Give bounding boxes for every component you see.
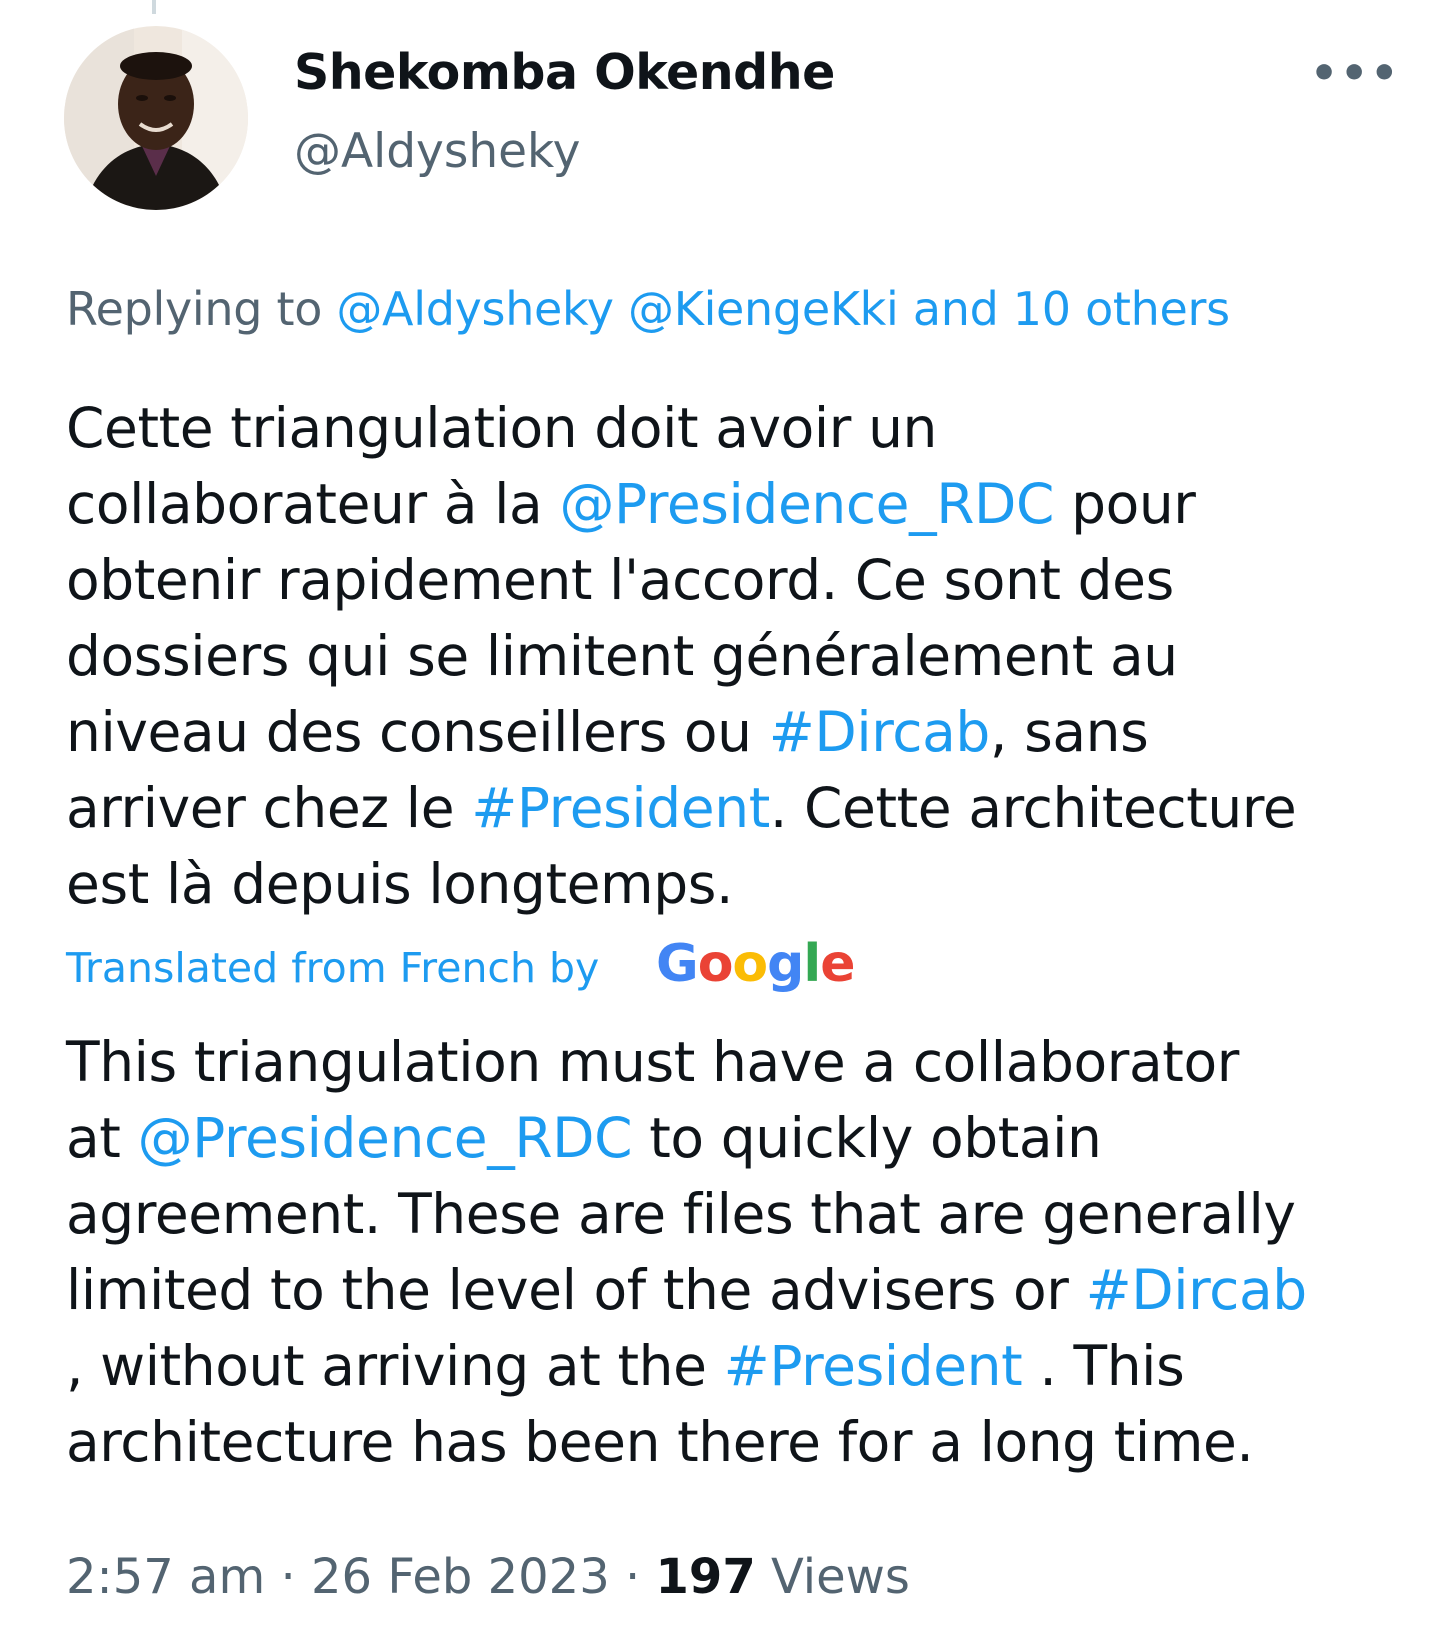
author-handle[interactable]: @Aldysheky <box>294 122 580 182</box>
mention-presidence-rdc[interactable]: @Presidence_RDC <box>559 472 1054 536</box>
text-line: collaborateur à la @Presidence_RDC pour <box>66 466 1386 542</box>
text-segment: collaborateur à la <box>66 472 560 536</box>
text-segment: at <box>66 1106 138 1170</box>
tweet-time[interactable]: 2:57 am <box>66 1549 265 1605</box>
avatar-photo <box>64 26 248 210</box>
views-count: 197 <box>655 1549 756 1605</box>
text-line: architecture has been there for a long t… <box>66 1410 1254 1474</box>
replying-prefix: Replying to <box>66 282 337 336</box>
translated-from-label[interactable]: Translated from French by <box>66 940 599 996</box>
meta-separator: · <box>265 1549 311 1605</box>
text-line: , without arriving at the #President . T… <box>66 1328 1386 1404</box>
author-name[interactable]: Shekomba Okendhe <box>294 42 835 104</box>
reply-mention-aldysheky[interactable]: @Aldysheky <box>336 282 614 336</box>
text-line: Cette triangulation doit avoir un <box>66 396 937 460</box>
tweet-detail: Shekomba Okendhe @Aldysheky ••• Replying… <box>0 0 1440 1626</box>
text-segment: , without arriving at the <box>66 1334 724 1398</box>
text-segment: niveau des conseillers ou <box>66 700 769 764</box>
text-line: limited to the level of the advisers or … <box>66 1252 1386 1328</box>
avatar[interactable] <box>64 26 248 210</box>
replying-to: Replying to @Aldysheky @KiengeKki and 10… <box>66 278 1230 340</box>
text-segment: . Cette architecture <box>769 776 1297 840</box>
text-segment: to quickly obtain <box>632 1106 1102 1170</box>
text-line: dossiers qui se limitent généralement au <box>66 624 1178 688</box>
text-segment: arriver chez le <box>66 776 472 840</box>
text-segment: pour <box>1054 472 1196 536</box>
hashtag-dircab[interactable]: #Dircab <box>1086 1258 1308 1322</box>
meta-separator: · <box>609 1549 656 1605</box>
views-label: Views <box>755 1549 910 1605</box>
text-segment: , sans <box>989 700 1149 764</box>
text-line: arriver chez le #President. Cette archit… <box>66 770 1386 846</box>
hashtag-dircab[interactable]: #Dircab <box>769 700 991 764</box>
hashtag-president[interactable]: #President <box>471 776 770 840</box>
text-segment: limited to the level of the advisers or <box>66 1258 1086 1322</box>
text-segment: . This <box>1022 1334 1185 1398</box>
text-line: obtenir rapidement l'accord. Ce sont des <box>66 548 1174 612</box>
hashtag-president[interactable]: #President <box>724 1334 1023 1398</box>
reply-mention-kiengekki[interactable]: @KiengeKki <box>628 282 899 336</box>
tweet-text-original: Cette triangulation doit avoir un collab… <box>66 390 1386 922</box>
text-line: This triangulation must have a collabora… <box>66 1030 1239 1094</box>
mention-presidence-rdc[interactable]: @Presidence_RDC <box>138 1106 633 1170</box>
thread-connector-line <box>152 0 156 14</box>
reply-others-link[interactable]: and 10 others <box>913 282 1230 336</box>
tweet-meta: 2:57 am · 26 Feb 2023 · 197 Views <box>66 1546 910 1608</box>
text-line: at @Presidence_RDC to quickly obtain <box>66 1100 1386 1176</box>
google-logo: Google <box>656 934 856 994</box>
tweet-text-translation: This triangulation must have a collabora… <box>66 1024 1386 1480</box>
text-line: agreement. These are files that are gene… <box>66 1182 1296 1246</box>
tweet-date[interactable]: 26 Feb 2023 <box>311 1549 610 1605</box>
more-horizontal-icon[interactable]: ••• <box>1310 52 1398 96</box>
text-line: niveau des conseillers ou #Dircab, sans <box>66 694 1386 770</box>
text-line: est là depuis longtemps. <box>66 852 734 916</box>
